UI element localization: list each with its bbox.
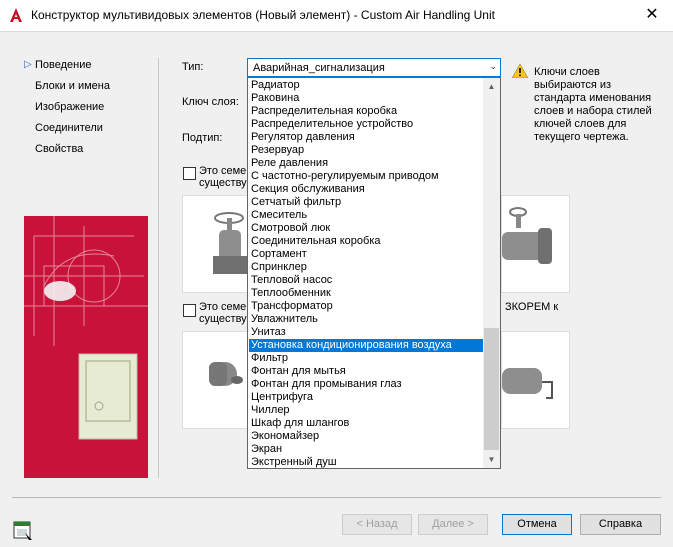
list-item[interactable]: С частотно-регулируемым приводом: [249, 170, 484, 183]
type-label: Тип:: [182, 61, 204, 73]
list-item[interactable]: Унитаз: [249, 326, 484, 339]
close-button[interactable]: ✕: [637, 4, 667, 26]
blueprint-illustration-icon: [24, 216, 148, 478]
type-combobox-value: Аварийная_сигнализация: [253, 62, 385, 74]
chevron-down-icon[interactable]: ⌄: [489, 61, 497, 72]
list-item[interactable]: Соединительная коробка: [249, 235, 484, 248]
footer-separator: [12, 497, 661, 498]
preview-box-1-left: [182, 195, 249, 293]
list-item[interactable]: Радиатор: [249, 79, 484, 92]
list-item[interactable]: Раковина: [249, 92, 484, 105]
scroll-up-arrow-icon[interactable]: ▲: [483, 78, 500, 95]
scroll-down-arrow-icon[interactable]: ▼: [483, 451, 500, 468]
next-button[interactable]: Далее >: [418, 514, 488, 535]
family-checkbox-1[interactable]: [183, 167, 196, 180]
family-checkbox-2[interactable]: [183, 304, 196, 317]
nav-list: ▷ Поведение Блоки и имена Изображение Сое…: [24, 58, 110, 163]
preview-box-2-right: [501, 331, 570, 429]
dropdown-scrollbar[interactable]: ▲ ▼: [483, 78, 500, 468]
warning-triangle-icon: [512, 64, 528, 78]
list-item[interactable]: Теплообменник: [249, 287, 484, 300]
back-button[interactable]: < Назад: [342, 514, 412, 535]
valve-preview-icon: [502, 207, 552, 264]
list-item[interactable]: Фонтан для промывания глаз: [249, 378, 484, 391]
list-item[interactable]: Резервуар: [249, 144, 484, 157]
list-item[interactable]: Спринклер: [249, 261, 484, 274]
preview-box-2-left: [182, 331, 249, 429]
nav-item-image[interactable]: Изображение: [24, 100, 110, 121]
list-item[interactable]: Шкаф для шлангов: [249, 417, 484, 430]
list-item[interactable]: Распределительное устройство: [249, 118, 484, 131]
list-item[interactable]: Смотровой люк: [249, 222, 484, 235]
nav-item-behavior[interactable]: ▷ Поведение: [24, 58, 110, 79]
layer-key-warning-text: Ключи слоев выбираются из стандарта имен…: [534, 66, 652, 143]
window-title: Конструктор мультивидовых элементов (Нов…: [31, 8, 495, 22]
list-item[interactable]: Экономайзер: [249, 430, 484, 443]
wizard-illustration: [24, 216, 148, 478]
list-item[interactable]: Смеситель: [249, 209, 484, 222]
list-item[interactable]: Центрифуга: [249, 391, 484, 404]
list-item-selected[interactable]: Установка кондиционирования воздуха: [249, 339, 484, 352]
layer-key-label: Ключ слоя:: [182, 96, 239, 108]
preview-window-icon[interactable]: [13, 521, 33, 541]
type-dropdown-list[interactable]: Радиатор Раковина Распределительная коро…: [247, 77, 501, 469]
list-item[interactable]: Экран: [249, 443, 484, 456]
nav-item-blocks-names[interactable]: Блоки и имена: [24, 79, 110, 100]
family-checkbox-1-label: Это семей существу: [199, 165, 253, 189]
device-preview-icon: [209, 362, 243, 386]
nav-item-properties[interactable]: Свойства: [24, 142, 110, 163]
list-item[interactable]: Регулятор давления: [249, 131, 484, 144]
triangle-right-icon: ▷: [24, 59, 32, 70]
list-item[interactable]: Экстренный душ: [249, 456, 484, 468]
list-item[interactable]: Тепловой насос: [249, 274, 484, 287]
family-checkbox-2-label-right: ЗКОРЕМ к: [505, 301, 559, 313]
nav-item-connectors[interactable]: Соединители: [24, 121, 110, 142]
title-bar: Конструктор мультивидовых элементов (Нов…: [0, 0, 673, 32]
list-item[interactable]: Чиллер: [249, 404, 484, 417]
help-button[interactable]: Справка: [580, 514, 661, 535]
subtype-label: Подтип:: [182, 132, 223, 144]
autocad-a-icon: [10, 8, 22, 22]
list-item[interactable]: Трансформатор: [249, 300, 484, 313]
cancel-button[interactable]: Отмена: [502, 514, 572, 535]
list-item[interactable]: Сетчатый фильтр: [249, 196, 484, 209]
list-item[interactable]: Сортамент: [249, 248, 484, 261]
family-checkbox-2-label: Это семей существу: [199, 301, 253, 325]
pipe-preview-icon: [502, 368, 553, 399]
list-item[interactable]: Фильтр: [249, 352, 484, 365]
type-combobox[interactable]: Аварийная_сигнализация ⌄: [247, 58, 501, 77]
list-item[interactable]: Секция обслуживания: [249, 183, 484, 196]
preview-box-1-right: [501, 195, 570, 293]
vertical-separator: [158, 58, 159, 478]
scroll-thumb[interactable]: [484, 328, 499, 450]
list-item[interactable]: Распределительная коробка: [249, 105, 484, 118]
list-item[interactable]: Реле давления: [249, 157, 484, 170]
valve-preview-icon: [213, 212, 247, 274]
list-item[interactable]: Увлажнитель: [249, 313, 484, 326]
list-item[interactable]: Фонтан для мытья: [249, 365, 484, 378]
